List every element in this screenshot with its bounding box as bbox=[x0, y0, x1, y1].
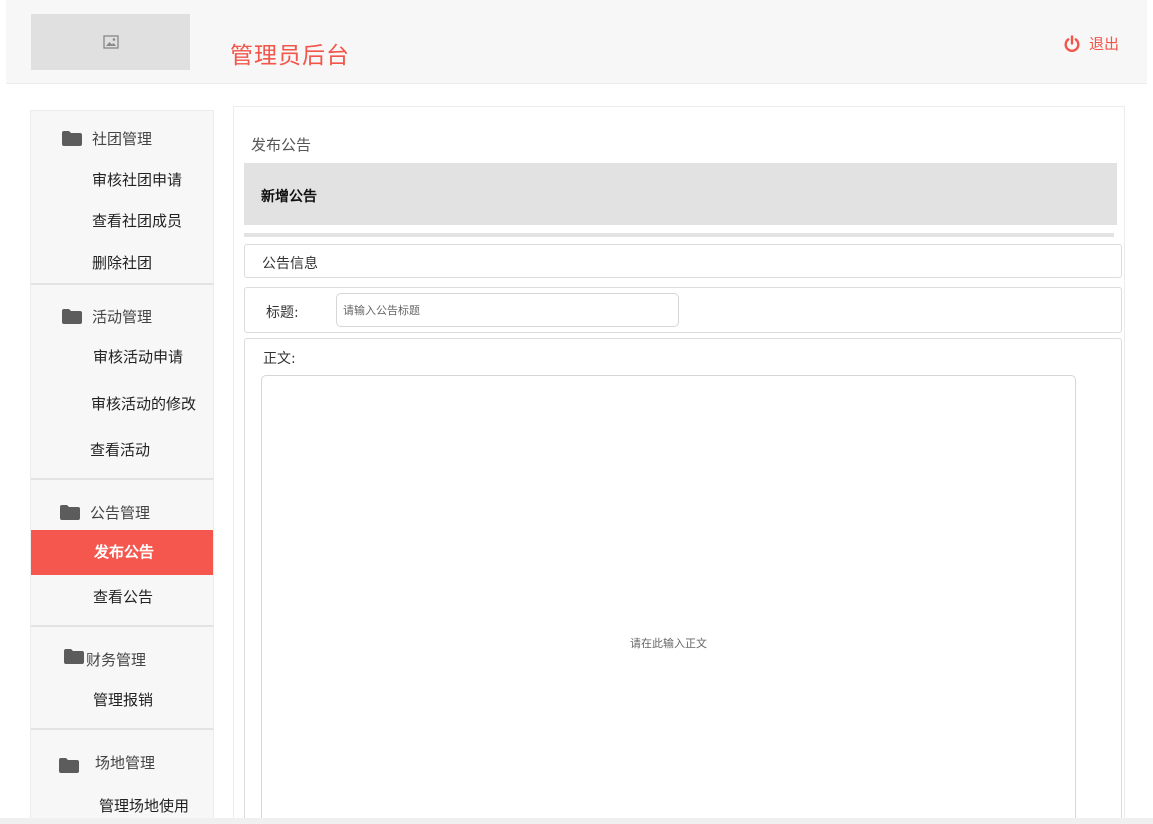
folder-icon bbox=[59, 758, 79, 773]
bottom-strip bbox=[0, 818, 1153, 824]
sidebar-item-publish-announcement[interactable]: 发布公告 bbox=[31, 530, 213, 575]
body-label: 正文: bbox=[263, 351, 296, 367]
sidebar-item-view-announcements[interactable]: 查看公告 bbox=[31, 586, 213, 607]
title-label: 标题: bbox=[266, 305, 299, 321]
sidebar-divider bbox=[31, 283, 213, 285]
sidebar-group-label: 社团管理 bbox=[92, 130, 153, 148]
logout-label: 退出 bbox=[1088, 35, 1119, 53]
sidebar-group-venue[interactable]: 场地管理 bbox=[59, 752, 155, 773]
divider bbox=[244, 233, 1114, 237]
title-row-panel: 标题: bbox=[244, 287, 1122, 333]
sidebar-group-label: 场地管理 bbox=[95, 754, 156, 772]
sidebar-item-review-activity-application[interactable]: 审核活动申请 bbox=[31, 346, 213, 367]
folder-icon bbox=[62, 309, 82, 324]
folder-icon bbox=[60, 505, 80, 520]
sidebar-group-label: 财务管理 bbox=[86, 651, 147, 669]
section-header-panel: 公告信息 bbox=[244, 244, 1122, 278]
logout-button[interactable]: 退出 bbox=[1063, 33, 1119, 54]
sidebar-group-activity[interactable]: 活动管理 bbox=[62, 306, 152, 327]
app-title: 管理员后台 bbox=[230, 43, 350, 69]
tab-bar: 新增公告 bbox=[244, 163, 1117, 225]
folder-icon bbox=[64, 649, 84, 664]
folder-icon bbox=[62, 131, 82, 146]
body-textarea[interactable]: 请在此输入正文 bbox=[261, 375, 1076, 824]
sidebar-item-view-club-members[interactable]: 查看社团成员 bbox=[31, 210, 213, 231]
title-input[interactable] bbox=[336, 293, 679, 327]
sidebar-item-view-activities[interactable]: 查看活动 bbox=[31, 439, 213, 460]
sidebar-item-manage-reimbursement[interactable]: 管理报销 bbox=[31, 689, 213, 710]
sidebar-item-review-club-application[interactable]: 审核社团申请 bbox=[31, 169, 213, 190]
logo-placeholder bbox=[31, 14, 190, 70]
body-placeholder: 请在此输入正文 bbox=[630, 637, 707, 650]
sidebar-group-label: 活动管理 bbox=[92, 308, 153, 326]
section-title: 公告信息 bbox=[262, 256, 318, 272]
sidebar-group-club[interactable]: 社团管理 bbox=[62, 128, 152, 149]
sidebar: 社团管理 审核社团申请 查看社团成员 删除社团 活动管理 审核活动申请 审核活动… bbox=[30, 110, 214, 824]
sidebar-item-manage-venue-usage[interactable]: 管理场地使用 bbox=[31, 795, 213, 816]
sidebar-group-finance[interactable]: 财务管理 bbox=[64, 649, 146, 670]
image-icon bbox=[102, 35, 119, 49]
top-header: 管理员后台 退出 bbox=[6, 0, 1147, 84]
sidebar-group-label: 公告管理 bbox=[90, 504, 151, 522]
sidebar-divider bbox=[31, 728, 213, 730]
page-title: 发布公告 bbox=[251, 136, 312, 154]
sidebar-group-announcement[interactable]: 公告管理 bbox=[60, 502, 150, 523]
sidebar-item-review-activity-changes[interactable]: 审核活动的修改 bbox=[31, 393, 213, 414]
body-panel: 正文: 请在此输入正文 bbox=[244, 338, 1122, 824]
sidebar-divider bbox=[31, 625, 213, 627]
sidebar-divider bbox=[31, 478, 213, 480]
sidebar-item-delete-club[interactable]: 删除社团 bbox=[31, 252, 213, 273]
main-content: 发布公告 新增公告 公告信息 标题: 正文: 请在此输入正文 bbox=[233, 106, 1125, 824]
tab-new-announcement[interactable]: 新增公告 bbox=[261, 186, 317, 206]
power-icon bbox=[1064, 34, 1080, 52]
